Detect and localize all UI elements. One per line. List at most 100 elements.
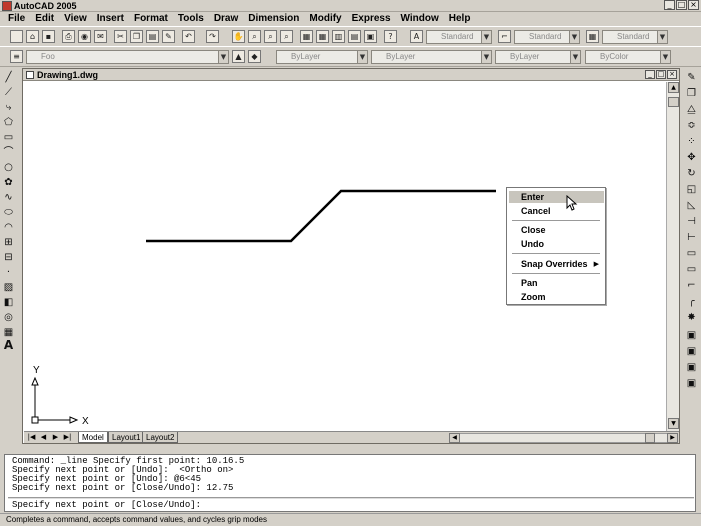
menu-item-snap-overrides[interactable]: Snap Overrides ▶ <box>509 258 604 270</box>
fillet-icon[interactable]: ╭ <box>685 295 698 308</box>
layer-select[interactable]: Foo ▼ <box>26 50 229 64</box>
design-center-icon[interactable]: ▦ <box>316 30 329 43</box>
tool-palettes-icon[interactable]: ▥ <box>332 30 345 43</box>
insert-block-icon[interactable]: ⊞ <box>2 236 15 249</box>
new-icon[interactable] <box>10 30 23 43</box>
rotate-icon[interactable]: ↻ <box>685 167 698 180</box>
pan-realtime-icon[interactable]: ✋ <box>232 30 245 43</box>
drawing-close-button[interactable]: × <box>667 70 677 79</box>
line-icon[interactable]: ╱ <box>2 71 15 84</box>
hatch-icon[interactable]: ▨ <box>2 281 15 294</box>
send-under-icon[interactable]: ▣ <box>685 377 698 390</box>
vertical-scrollbar[interactable]: ▲ ▼ <box>666 82 679 431</box>
copy-clip-icon[interactable]: ❐ <box>130 30 143 43</box>
polygon-icon[interactable]: ⬠ <box>2 116 15 129</box>
break-icon[interactable]: ▭ <box>685 263 698 276</box>
draworder-front-icon[interactable]: ▣ <box>685 329 698 342</box>
menu-item-cancel[interactable]: Cancel <box>509 205 604 217</box>
ellipse-arc-icon[interactable]: ◠ <box>2 221 15 234</box>
save-icon[interactable]: ▪ <box>42 30 55 43</box>
layer-manager-icon[interactable]: ≡ <box>10 50 23 63</box>
table-style-select[interactable]: Standard ▼ <box>602 30 668 44</box>
stretch-icon[interactable]: ◺ <box>685 199 698 212</box>
menu-file[interactable]: File <box>3 12 30 26</box>
plot-style-select[interactable]: ByColor ▼ <box>585 50 671 64</box>
linetype-select[interactable]: ByLayer ▼ <box>371 50 492 64</box>
drawing-minimize-button[interactable]: _ <box>645 70 655 79</box>
break-at-point-icon[interactable]: ▭ <box>685 247 698 260</box>
drawing-icon[interactable] <box>26 71 34 79</box>
redo-icon[interactable]: ↷ <box>206 30 219 43</box>
minimize-button[interactable]: _ <box>664 0 675 10</box>
autocad-app-icon[interactable] <box>2 1 12 11</box>
construction-line-icon[interactable]: ⟋ <box>2 86 15 99</box>
zoom-window-icon[interactable]: ⌕ <box>264 30 277 43</box>
explode-icon[interactable]: ✸ <box>685 311 698 324</box>
tab-layout1[interactable]: Layout1 <box>108 432 145 443</box>
rectangle-icon[interactable]: ▭ <box>2 131 15 144</box>
multiline-text-icon[interactable]: A <box>2 339 15 352</box>
menu-item-enter[interactable]: Enter <box>509 191 604 203</box>
menu-modify[interactable]: Modify <box>304 12 346 26</box>
maximize-button[interactable]: □ <box>676 0 687 10</box>
plot-preview-icon[interactable]: ◉ <box>78 30 91 43</box>
dim-style-select[interactable]: Standard ▼ <box>514 30 580 44</box>
menu-help[interactable]: Help <box>444 12 476 26</box>
menu-item-zoom[interactable]: Zoom <box>509 291 604 303</box>
menu-format[interactable]: Format <box>129 12 173 26</box>
match-properties-icon[interactable]: ✎ <box>162 30 175 43</box>
mirror-icon[interactable]: ⧋ <box>685 103 698 116</box>
menu-edit[interactable]: Edit <box>30 12 59 26</box>
cut-icon[interactable]: ✂ <box>114 30 127 43</box>
text-style-select[interactable]: Standard ▼ <box>426 30 492 44</box>
menu-window[interactable]: Window <box>396 12 444 26</box>
lineweight-select[interactable]: ByLayer ▼ <box>495 50 581 64</box>
help-icon[interactable]: ? <box>384 30 397 43</box>
circle-icon[interactable]: ○ <box>2 161 15 174</box>
scroll-thumb[interactable] <box>668 97 679 107</box>
make-block-icon[interactable]: ⊟ <box>2 251 15 264</box>
trim-icon[interactable]: ⊣ <box>685 215 698 228</box>
zoom-realtime-icon[interactable]: ⌕ <box>248 30 261 43</box>
chamfer-icon[interactable]: ⌐ <box>685 279 698 292</box>
tab-model[interactable]: Model <box>78 432 108 443</box>
arc-icon[interactable]: ⌒ <box>2 146 15 159</box>
first-tab-icon[interactable]: |◀ <box>27 433 36 442</box>
menu-draw[interactable]: Draw <box>209 12 243 26</box>
scale-icon[interactable]: ◱ <box>685 183 698 196</box>
scroll-right-icon[interactable]: ▶ <box>667 433 678 443</box>
ellipse-icon[interactable]: ⬭ <box>2 206 15 219</box>
zoom-previous-icon[interactable]: ⌕ <box>280 30 293 43</box>
spline-icon[interactable]: ∿ <box>2 191 15 204</box>
offset-icon[interactable]: ≎ <box>685 119 698 132</box>
layer-previous-icon[interactable]: ◆ <box>248 50 261 63</box>
next-tab-icon[interactable]: ▶ <box>51 433 60 442</box>
menu-express[interactable]: Express <box>347 12 396 26</box>
point-icon[interactable]: · <box>2 266 15 279</box>
extend-icon[interactable]: ⊢ <box>685 231 698 244</box>
scroll-down-icon[interactable]: ▼ <box>668 418 679 429</box>
markup-set-manager-icon[interactable]: ▣ <box>364 30 377 43</box>
open-icon[interactable]: ⌂ <box>26 30 39 43</box>
last-tab-icon[interactable]: ▶| <box>63 433 72 442</box>
tab-layout2[interactable]: Layout2 <box>142 432 179 443</box>
region-icon[interactable]: ◎ <box>2 311 15 324</box>
menu-tools[interactable]: Tools <box>173 12 209 26</box>
menu-item-undo[interactable]: Undo <box>509 238 604 250</box>
undo-icon[interactable]: ↶ <box>182 30 195 43</box>
previous-tab-icon[interactable]: ◀ <box>39 433 48 442</box>
close-button[interactable]: × <box>688 0 699 10</box>
paste-icon[interactable]: ▤ <box>146 30 159 43</box>
properties-icon[interactable]: ▦ <box>300 30 313 43</box>
publish-icon[interactable]: ✉ <box>94 30 107 43</box>
sheet-set-manager-icon[interactable]: ▤ <box>348 30 361 43</box>
menu-item-pan[interactable]: Pan <box>509 277 604 289</box>
command-prompt-input[interactable]: Specify next point or [Close/Undo]: <box>12 501 201 510</box>
drawing-maximize-button[interactable]: □ <box>656 70 666 79</box>
polyline-icon[interactable]: ⤷ <box>2 101 15 114</box>
scroll-thumb-horizontal[interactable] <box>645 433 655 443</box>
array-icon[interactable]: ⁘ <box>685 135 698 148</box>
bring-above-icon[interactable]: ▣ <box>685 361 698 374</box>
make-current-layer-icon[interactable]: ▲ <box>232 50 245 63</box>
menu-dimension[interactable]: Dimension <box>243 12 304 26</box>
